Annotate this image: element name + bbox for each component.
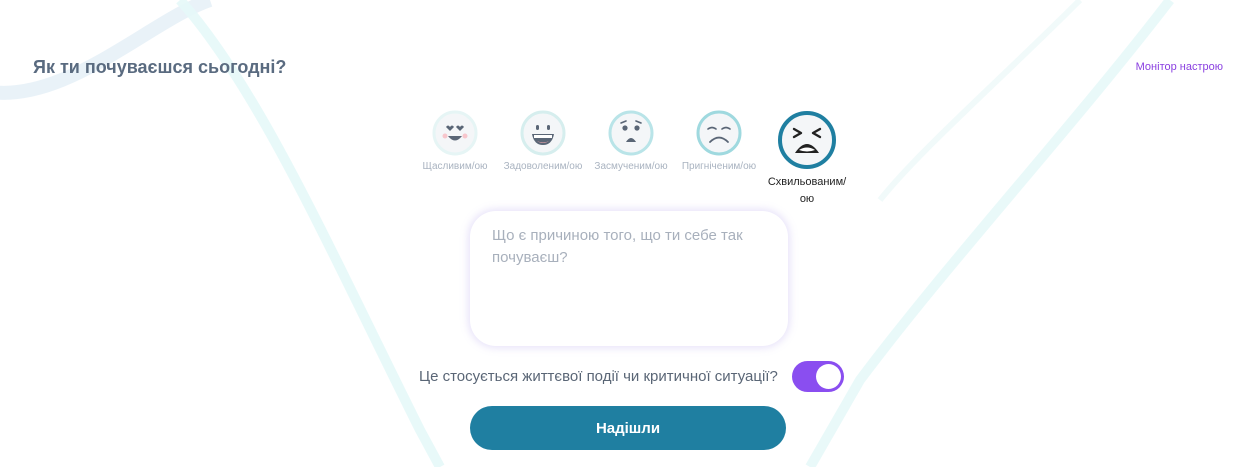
mood-selector: Щасливим/ою Задоволеним/ою Засмученим/ою xyxy=(411,110,851,208)
mood-option-happy[interactable]: Щасливим/ою xyxy=(411,110,499,208)
mood-monitor-link[interactable]: Монітор настрою xyxy=(1136,61,1223,73)
critical-situation-row: Це стосується життєвої події чи критично… xyxy=(419,361,844,392)
mood-option-depressed[interactable]: Пригніченим/ою xyxy=(675,110,763,208)
toggle-knob xyxy=(815,364,841,389)
reason-input-container xyxy=(470,211,788,346)
grinning-face-icon xyxy=(520,110,566,156)
reason-input[interactable] xyxy=(492,225,766,332)
critical-situation-label: Це стосується життєвої події чи критично… xyxy=(419,368,778,385)
anxious-squint-face-icon xyxy=(778,111,836,169)
mood-option-satisfied[interactable]: Задоволеним/ою xyxy=(499,110,587,208)
page-title: Як ти почуваєшся сьогодні? xyxy=(33,57,287,77)
mood-label: Пригніченим/ою xyxy=(681,161,757,172)
mood-option-anxious[interactable]: Схвильованим/ою xyxy=(763,110,851,208)
critical-situation-toggle[interactable] xyxy=(791,361,844,392)
worried-face-icon xyxy=(608,110,654,156)
mood-label: Щасливим/ою xyxy=(422,161,488,172)
mood-label: Засмученим/ою xyxy=(594,161,668,172)
happy-heart-eyes-face-icon xyxy=(432,110,478,156)
submit-button[interactable]: Надішли xyxy=(470,406,786,450)
mood-label: Схвильованим/ою xyxy=(767,176,847,205)
mood-option-upset[interactable]: Засмученим/ою xyxy=(587,110,675,208)
sad-face-icon xyxy=(696,110,742,156)
mood-label: Задоволеним/ою xyxy=(503,161,583,172)
